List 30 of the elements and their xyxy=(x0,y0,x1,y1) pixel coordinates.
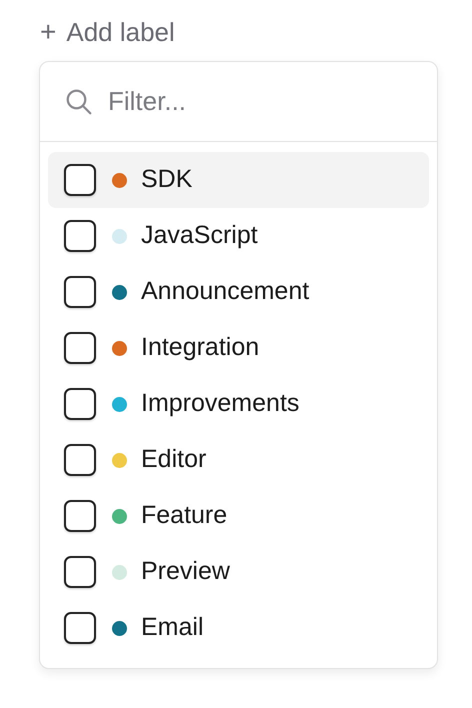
label-name: Feature xyxy=(141,500,228,532)
checkbox[interactable] xyxy=(64,556,96,588)
checkbox[interactable] xyxy=(64,388,96,420)
label-option[interactable]: Integration xyxy=(48,320,429,376)
filter-field[interactable]: Filter... xyxy=(108,82,388,121)
label-name: Announcement xyxy=(141,276,310,308)
label-option[interactable]: SDK xyxy=(48,152,429,208)
checkbox[interactable] xyxy=(64,220,96,252)
checkbox[interactable] xyxy=(64,500,96,532)
label-name: Integration xyxy=(141,332,260,364)
search-icon xyxy=(64,86,94,116)
label-name: Email xyxy=(141,612,204,644)
label-name: Preview xyxy=(141,556,230,588)
checkbox[interactable] xyxy=(64,612,96,644)
label-name: JavaScript xyxy=(141,220,258,252)
checkbox[interactable] xyxy=(64,164,96,196)
label-option[interactable]: Announcement xyxy=(48,264,429,320)
label-name: SDK xyxy=(141,164,192,196)
label-option[interactable]: Improvements xyxy=(48,376,429,432)
add-label-button[interactable]: + Add label xyxy=(40,14,175,50)
label-option[interactable]: Feature xyxy=(48,488,429,544)
checkbox[interactable] xyxy=(64,444,96,476)
label-name: Editor xyxy=(141,444,206,476)
label-option[interactable]: Editor xyxy=(48,432,429,488)
checkbox[interactable] xyxy=(64,332,96,364)
checkbox[interactable] xyxy=(64,276,96,308)
label-option[interactable]: Preview xyxy=(48,544,429,600)
label-name: Improvements xyxy=(141,388,300,420)
label-option[interactable]: Email xyxy=(48,600,429,656)
label-option[interactable]: JavaScript xyxy=(48,208,429,264)
